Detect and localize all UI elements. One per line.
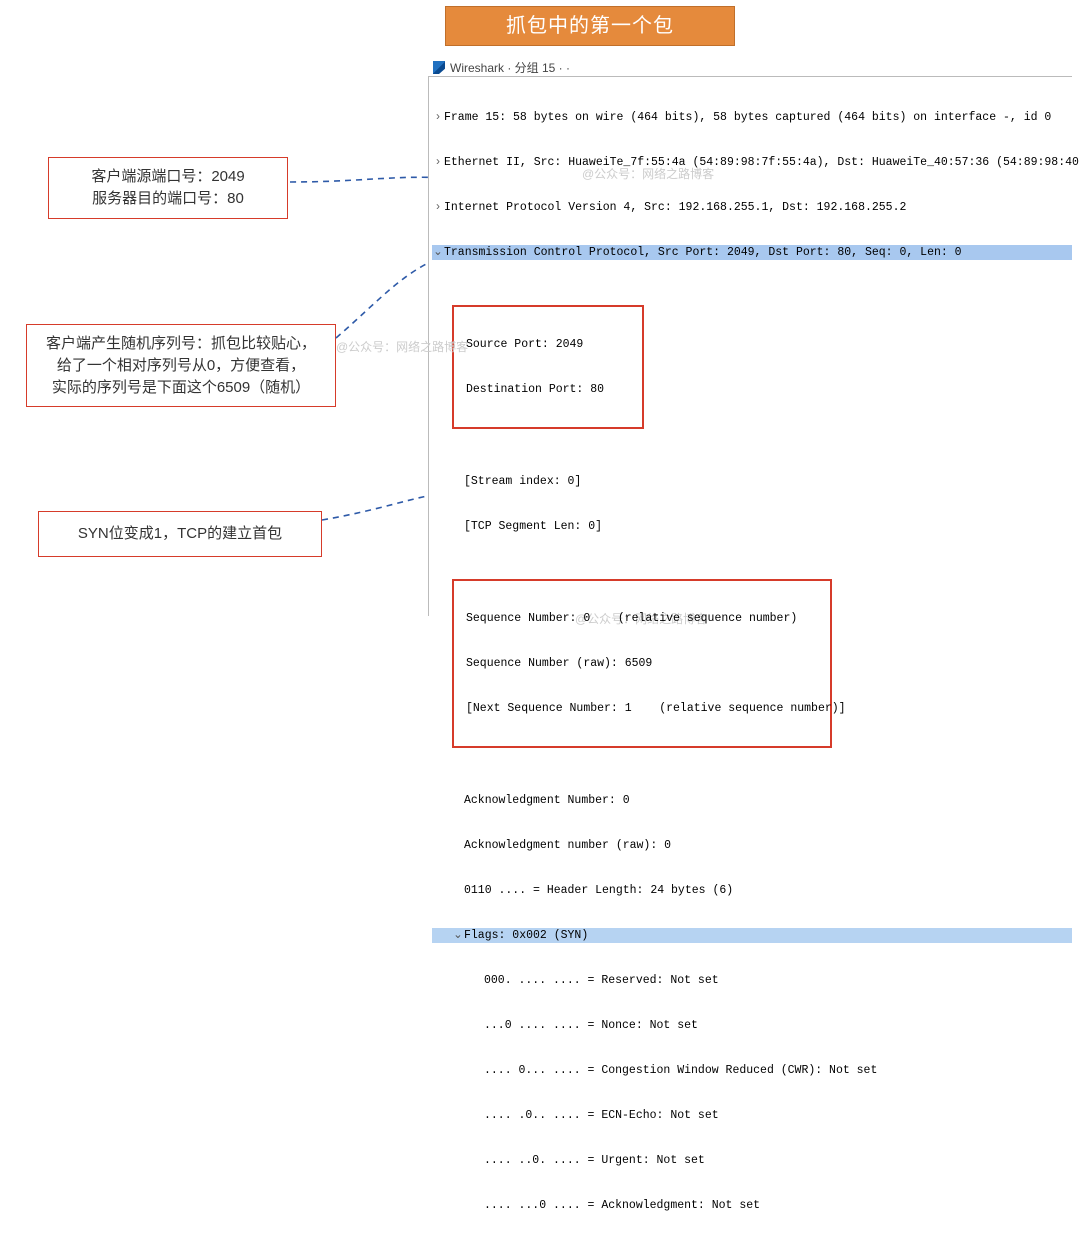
flag-ack[interactable]: .... ...0 .... = Acknowledgment: Not set	[484, 1198, 760, 1213]
page-title: 抓包中的第一个包	[445, 6, 735, 46]
seq-relative[interactable]: Sequence Number: 0 (relative sequence nu…	[466, 611, 797, 626]
flags-summary[interactable]: Flags: 0x002 (SYN)	[464, 928, 588, 943]
annotation-syn: SYN位变成1，TCP的建立首包	[38, 511, 322, 557]
expander-open-icon[interactable]: ⌄	[432, 245, 444, 260]
flag-push[interactable]: .... .... 0... = Push: Not set	[484, 1243, 691, 1244]
source-port[interactable]: Source Port: 2049	[466, 337, 583, 352]
wireshark-fin-icon	[433, 61, 445, 74]
next-seq[interactable]: [Next Sequence Number: 1 (relative seque…	[466, 701, 846, 716]
annotation-seq-line1: 客户端产生随机序列号：抓包比较贴心，	[39, 333, 323, 355]
flag-urg[interactable]: .... ..0. .... = Urgent: Not set	[484, 1153, 705, 1168]
annotation-seq-line2: 给了一个相对序列号从0，方便查看，	[39, 355, 323, 377]
ip-summary[interactable]: Internet Protocol Version 4, Src: 192.16…	[444, 200, 906, 215]
seq-highlight-box: Sequence Number: 0 (relative sequence nu…	[452, 579, 832, 748]
expander-icon[interactable]: ›	[432, 200, 444, 215]
wireshark-packet-pane: Wireshark · 分组 15 · · ›Frame 15: 58 byte…	[428, 76, 1072, 616]
ports-highlight-box: Source Port: 2049 Destination Port: 80	[452, 305, 644, 429]
ethernet-summary[interactable]: Ethernet II, Src: HuaweiTe_7f:55:4a (54:…	[444, 155, 1080, 170]
destination-port[interactable]: Destination Port: 80	[466, 382, 604, 397]
stream-index[interactable]: [Stream index: 0]	[464, 474, 581, 489]
seq-raw[interactable]: Sequence Number (raw): 6509	[466, 656, 652, 671]
annotation-ports-line2: 服务器目的端口号：80	[61, 188, 275, 210]
annotation-ports: 客户端源端口号：2049 服务器目的端口号：80	[48, 157, 288, 219]
ack-number[interactable]: Acknowledgment Number: 0	[464, 793, 630, 808]
annotation-syn-line1: SYN位变成1，TCP的建立首包	[51, 520, 309, 548]
flag-nonce[interactable]: ...0 .... .... = Nonce: Not set	[484, 1018, 698, 1033]
flag-reserved[interactable]: 000. .... .... = Reserved: Not set	[484, 973, 719, 988]
annotation-ports-line1: 客户端源端口号：2049	[61, 166, 275, 188]
flag-ece[interactable]: .... .0.. .... = ECN-Echo: Not set	[484, 1108, 719, 1123]
tcp-summary[interactable]: Transmission Control Protocol, Src Port:…	[444, 245, 962, 260]
expander-open-icon[interactable]: ⌄	[452, 928, 464, 943]
expander-icon[interactable]: ›	[432, 110, 444, 125]
annotation-seq-line3: 实际的序列号是下面这个6509（随机）	[39, 377, 323, 399]
header-length[interactable]: 0110 .... = Header Length: 24 bytes (6)	[464, 883, 733, 898]
frame-summary[interactable]: Frame 15: 58 bytes on wire (464 bits), 5…	[444, 110, 1051, 125]
window-title-text: Wireshark · 分组 15 · ·	[450, 59, 570, 76]
flag-cwr[interactable]: .... 0... .... = Congestion Window Reduc…	[484, 1063, 877, 1078]
packet-details-tree[interactable]: ›Frame 15: 58 bytes on wire (464 bits), …	[429, 77, 1072, 1244]
window-title-bar: Wireshark · 分组 15 · ·	[433, 59, 570, 76]
annotation-seq: 客户端产生随机序列号：抓包比较贴心， 给了一个相对序列号从0，方便查看， 实际的…	[26, 324, 336, 407]
expander-icon[interactable]: ›	[432, 155, 444, 170]
ack-raw[interactable]: Acknowledgment number (raw): 0	[464, 838, 671, 853]
tcp-seg-len[interactable]: [TCP Segment Len: 0]	[464, 519, 602, 534]
